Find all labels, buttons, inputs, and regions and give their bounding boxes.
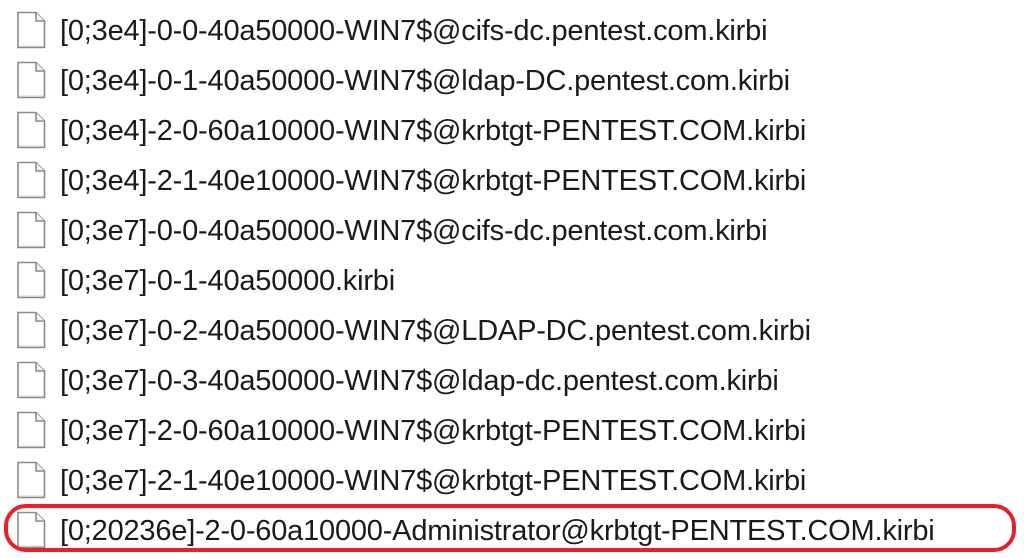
file-icon: [16, 61, 46, 99]
list-item[interactable]: [0;3e4]-2-1-40e10000-WIN7$@krbtgt-PENTES…: [0, 156, 1024, 206]
list-item[interactable]: [0;3e4]-2-0-60a10000-WIN7$@krbtgt-PENTES…: [0, 106, 1024, 156]
file-name: [0;3e7]-0-3-40a50000-WIN7$@ldap-dc.pente…: [60, 365, 779, 397]
file-name: [0;3e7]-0-0-40a50000-WIN7$@cifs-dc.pente…: [60, 215, 768, 247]
list-item[interactable]: [0;20236e]-2-0-60a10000-Administrator@kr…: [0, 506, 1024, 556]
list-item[interactable]: [0;3e4]-0-1-40a50000-WIN7$@ldap-DC.pente…: [0, 56, 1024, 106]
file-name: [0;3e7]-0-1-40a50000.kirbi: [60, 265, 395, 297]
list-item[interactable]: [0;3e7]-0-3-40a50000-WIN7$@ldap-dc.pente…: [0, 356, 1024, 406]
file-icon: [16, 361, 46, 399]
file-list: [0;3e4]-0-0-40a50000-WIN7$@cifs-dc.pente…: [0, 6, 1024, 558]
file-name: [0;20236e]-2-0-60a10000-Administrator@kr…: [60, 515, 935, 547]
list-item[interactable]: [0;3e7]-2-0-60a10000-WIN7$@krbtgt-PENTES…: [0, 406, 1024, 456]
file-icon: [16, 111, 46, 149]
file-icon: [16, 11, 46, 49]
file-name: [0;3e7]-0-2-40a50000-WIN7$@LDAP-DC.pente…: [60, 315, 811, 347]
file-name: [0;3e4]-2-1-40e10000-WIN7$@krbtgt-PENTES…: [60, 165, 807, 197]
file-icon: [16, 161, 46, 199]
file-name: [0;3e7]-2-0-60a10000-WIN7$@krbtgt-PENTES…: [60, 415, 807, 447]
file-icon: [16, 411, 46, 449]
file-icon: [16, 211, 46, 249]
file-name: [0;3e4]-2-0-60a10000-WIN7$@krbtgt-PENTES…: [60, 115, 807, 147]
file-name: [0;3e7]-2-1-40e10000-WIN7$@krbtgt-PENTES…: [60, 465, 807, 497]
file-name: [0;3e4]-0-1-40a50000-WIN7$@ldap-DC.pente…: [60, 65, 790, 97]
file-icon: [16, 511, 46, 549]
file-icon: [16, 461, 46, 499]
file-icon: [16, 261, 46, 299]
list-item[interactable]: [0;3e7]-0-2-40a50000-WIN7$@LDAP-DC.pente…: [0, 306, 1024, 356]
file-icon: [16, 311, 46, 349]
file-name: [0;3e4]-0-0-40a50000-WIN7$@cifs-dc.pente…: [60, 15, 768, 47]
list-item[interactable]: [0;3e7]-0-1-40a50000.kirbi: [0, 256, 1024, 306]
list-item[interactable]: [0;3e4]-0-0-40a50000-WIN7$@cifs-dc.pente…: [0, 6, 1024, 56]
list-item[interactable]: [0;3e7]-2-1-40e10000-WIN7$@krbtgt-PENTES…: [0, 456, 1024, 506]
list-item[interactable]: [0;3e7]-0-0-40a50000-WIN7$@cifs-dc.pente…: [0, 206, 1024, 256]
